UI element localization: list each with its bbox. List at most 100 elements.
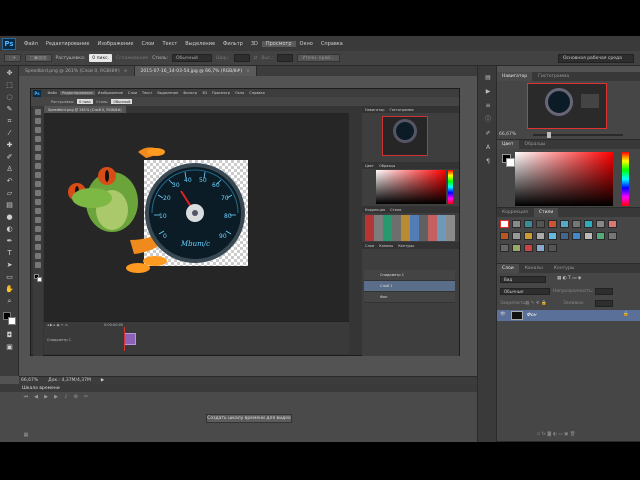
- style-swatch[interactable]: [572, 220, 581, 228]
- pen-tool-icon[interactable]: ✒: [4, 236, 15, 246]
- style-swatch[interactable]: [596, 232, 605, 240]
- style-swatch[interactable]: [584, 232, 593, 240]
- style-swatch-none[interactable]: [500, 220, 509, 228]
- audio-icon[interactable]: ♪: [62, 394, 70, 401]
- menu-3d[interactable]: 3D: [247, 41, 262, 47]
- tab-histogram[interactable]: Гистограмма: [533, 72, 574, 81]
- style-swatch[interactable]: [548, 244, 557, 252]
- style-swatch[interactable]: [500, 244, 509, 252]
- tab-layers[interactable]: Слои: [497, 264, 519, 273]
- marquee-tool-preset-icon[interactable]: ⬚▾: [4, 54, 21, 62]
- style-swatch[interactable]: [512, 232, 521, 240]
- tab-paths[interactable]: Контуры: [549, 264, 580, 273]
- fill-input[interactable]: [595, 300, 613, 307]
- background-color-swatch[interactable]: [8, 317, 16, 325]
- style-swatch[interactable]: [560, 220, 569, 228]
- create-video-timeline-button[interactable]: Создать шкалу времени для видео: [206, 414, 292, 423]
- menu-layers[interactable]: Слои: [137, 41, 158, 47]
- timeline-title[interactable]: Шкала времени: [22, 386, 60, 391]
- next-frame-icon[interactable]: ▶: [52, 394, 60, 401]
- clone-stamp-tool-icon[interactable]: ♙: [4, 164, 15, 174]
- hand-tool-icon[interactable]: ✋: [4, 284, 15, 294]
- info-icon[interactable]: ⓘ: [483, 116, 493, 124]
- menu-file[interactable]: Файл: [20, 41, 42, 47]
- style-swatch[interactable]: [608, 220, 617, 228]
- history-icon[interactable]: ▤: [483, 74, 493, 82]
- convert-frames-icon[interactable]: ▦: [22, 432, 30, 439]
- style-swatch[interactable]: [584, 220, 593, 228]
- healing-tool-icon[interactable]: ✚: [4, 140, 15, 150]
- menu-window[interactable]: Окно: [296, 41, 317, 47]
- workspace-select[interactable]: Основная рабочая среда: [558, 54, 634, 63]
- style-swatch[interactable]: [560, 232, 569, 240]
- tab-color[interactable]: Цвет: [497, 140, 519, 149]
- menu-view[interactable]: Просмотр: [261, 40, 296, 47]
- properties-icon[interactable]: ≡: [483, 102, 493, 110]
- color-field[interactable]: [515, 152, 613, 206]
- tab-swatches[interactable]: Образцы: [520, 140, 551, 149]
- screen-mode-icon[interactable]: ▣: [4, 342, 15, 352]
- style-swatch[interactable]: [512, 220, 521, 228]
- character-icon[interactable]: A: [483, 144, 493, 152]
- paragraph-icon[interactable]: ¶: [483, 158, 493, 166]
- style-swatch[interactable]: [524, 244, 533, 252]
- style-swatch[interactable]: [524, 220, 533, 228]
- eraser-tool-icon[interactable]: ▱: [4, 188, 15, 198]
- shape-tool-icon[interactable]: ▭: [4, 272, 15, 282]
- eyedropper-tool-icon[interactable]: ⁄: [4, 128, 15, 138]
- status-menu-arrow-icon[interactable]: ▶: [101, 378, 104, 383]
- blur-tool-icon[interactable]: ●: [4, 212, 15, 222]
- style-swatch[interactable]: [572, 232, 581, 240]
- bg-color-chip[interactable]: [506, 158, 515, 167]
- navigator-zoom[interactable]: 66,67%: [499, 132, 516, 137]
- menu-select[interactable]: Выделение: [181, 41, 219, 47]
- swap-icon[interactable]: ⇄: [254, 56, 258, 61]
- refine-edge-button[interactable]: Уточн. край...: [297, 54, 340, 62]
- feather-input[interactable]: 0 пикс.: [89, 54, 113, 62]
- lock-icons[interactable]: ▦ ✎ ✥ 🔒: [525, 301, 547, 306]
- crop-tool-icon[interactable]: ⌗: [4, 116, 15, 126]
- tab-channels[interactable]: Каналы: [520, 264, 548, 273]
- style-swatch[interactable]: [596, 220, 605, 228]
- tab-screenshot[interactable]: 2015-07-16_14-03-54.jpg @ 66,7% (RGB/8#)…: [134, 66, 257, 76]
- width-input[interactable]: [233, 54, 250, 62]
- style-swatch[interactable]: [500, 232, 509, 240]
- quick-select-tool-icon[interactable]: ✎: [4, 104, 15, 114]
- style-swatch[interactable]: [608, 232, 617, 240]
- path-select-tool-icon[interactable]: ➤: [4, 260, 15, 270]
- style-swatch[interactable]: [536, 232, 545, 240]
- close-icon[interactable]: ×: [246, 69, 250, 74]
- selection-mode-icons[interactable]: ▢▣▤▥: [24, 54, 52, 62]
- actions-icon[interactable]: ▶: [483, 88, 493, 96]
- move-tool-icon[interactable]: ✥: [4, 68, 15, 78]
- menu-type[interactable]: Текст: [158, 41, 181, 47]
- style-select[interactable]: Обычный: [172, 54, 212, 62]
- opacity-input[interactable]: [595, 288, 613, 295]
- first-frame-icon[interactable]: ⏮: [22, 394, 30, 401]
- type-tool-icon[interactable]: T: [4, 248, 15, 258]
- menu-image[interactable]: Изображение: [93, 41, 137, 47]
- layer-name[interactable]: Фон: [527, 313, 537, 318]
- brush-presets-icon[interactable]: ✐: [483, 130, 493, 138]
- layer-visibility-icon[interactable]: 👁: [500, 312, 506, 317]
- layer-filter-icons[interactable]: ▦ ◐ T ▭ ◈: [557, 276, 581, 281]
- style-swatch[interactable]: [548, 232, 557, 240]
- navigator-zoom-handle[interactable]: [547, 132, 551, 138]
- quick-mask-icon[interactable]: ◘: [4, 330, 15, 340]
- style-swatch[interactable]: [512, 244, 521, 252]
- tab-navigator[interactable]: Навигатор: [497, 72, 533, 81]
- style-swatch[interactable]: [524, 232, 533, 240]
- dodge-tool-icon[interactable]: ◐: [4, 224, 15, 234]
- tab-speedbird[interactable]: Speedbird.png @ 261% (Слой 0, RGB/8#) ×: [19, 66, 135, 76]
- gradient-tool-icon[interactable]: ▤: [4, 200, 15, 210]
- layer-footer-icons[interactable]: ᴑ fx ◙ ◐ ▭ ▣ 🗑: [537, 432, 575, 437]
- brush-tool-icon[interactable]: ✐: [4, 152, 15, 162]
- close-icon[interactable]: ×: [124, 69, 128, 74]
- height-input[interactable]: [277, 54, 294, 62]
- split-icon[interactable]: ✂: [82, 394, 90, 401]
- style-swatch[interactable]: [548, 220, 557, 228]
- zoom-level[interactable]: 66,67%: [21, 378, 38, 383]
- layer-filter-select[interactable]: Вид: [500, 276, 546, 283]
- menu-help[interactable]: Справка: [317, 41, 347, 47]
- tab-adjustments[interactable]: Коррекция: [497, 208, 533, 217]
